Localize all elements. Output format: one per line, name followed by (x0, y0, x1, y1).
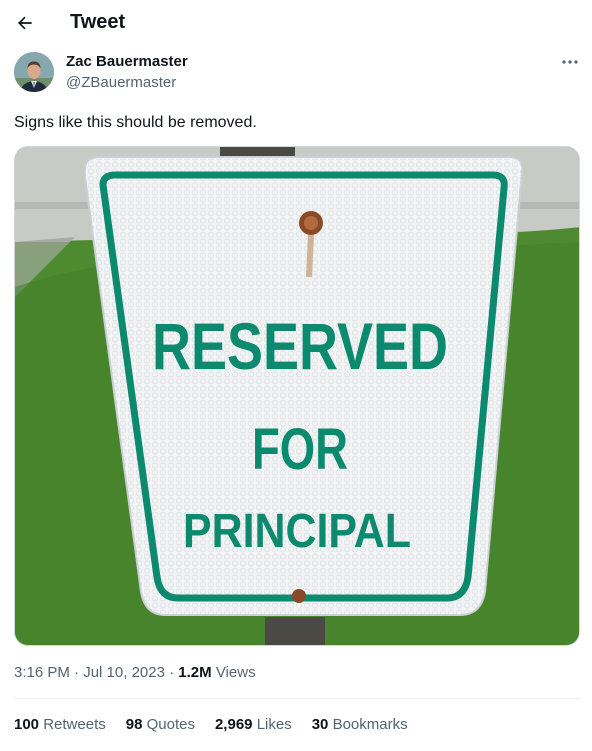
more-horizontal-icon (562, 60, 578, 64)
sign-photo: RESERVED FOR PRINCIPAL (15, 147, 579, 645)
tweet-time[interactable]: 3:16 PM (14, 664, 70, 681)
quotes-label: Quotes (146, 716, 195, 733)
meta-separator: · (164, 664, 179, 681)
likes-count: 2,969 (214, 716, 253, 733)
arrow-left-icon (18, 16, 32, 30)
quotes-count: 98 (125, 716, 143, 733)
avatar[interactable] (14, 52, 54, 92)
tweet-text: Signs like this should be removed. (14, 114, 257, 131)
likes-stat[interactable]: 2,969 Likes (215, 716, 292, 733)
divider (14, 698, 580, 699)
back-button[interactable] (10, 8, 40, 38)
retweets-stat[interactable]: 100 Retweets (14, 716, 106, 733)
bookmarks-stat[interactable]: 30 Bookmarks (312, 716, 408, 733)
bookmarks-count: 30 (311, 716, 329, 733)
tweet-image[interactable]: RESERVED FOR PRINCIPAL (14, 146, 580, 646)
sign-line-3: PRINCIPAL (183, 505, 411, 558)
more-options-button[interactable] (556, 52, 584, 72)
tweet-header: Tweet (0, 0, 592, 46)
retweets-count: 100 (14, 716, 40, 733)
page-title: Tweet (70, 11, 126, 33)
meta-separator: · (69, 664, 84, 681)
views-label: Views (211, 664, 256, 681)
likes-label: Likes (256, 716, 292, 733)
tweet-date[interactable]: Jul 10, 2023 (83, 664, 165, 681)
views-count: 1.2M (178, 664, 212, 681)
quotes-stat[interactable]: 98 Quotes (126, 716, 195, 733)
bookmarks-label: Bookmarks (332, 716, 408, 733)
tweet-stats: 100 Retweets 98 Quotes 2,969 Likes 30 Bo… (14, 716, 408, 733)
retweets-label: Retweets (43, 716, 106, 733)
author-name[interactable]: Zac Bauermaster (66, 53, 188, 70)
sign-line-1: RESERVED (152, 309, 448, 383)
tweet-meta: 3:16 PM · Jul 10, 2023 · 1.2M Views (14, 664, 256, 681)
sign-line-2: FOR (252, 417, 348, 482)
avatar-photo (14, 52, 54, 92)
author-handle[interactable]: @ZBauermaster (66, 74, 176, 91)
